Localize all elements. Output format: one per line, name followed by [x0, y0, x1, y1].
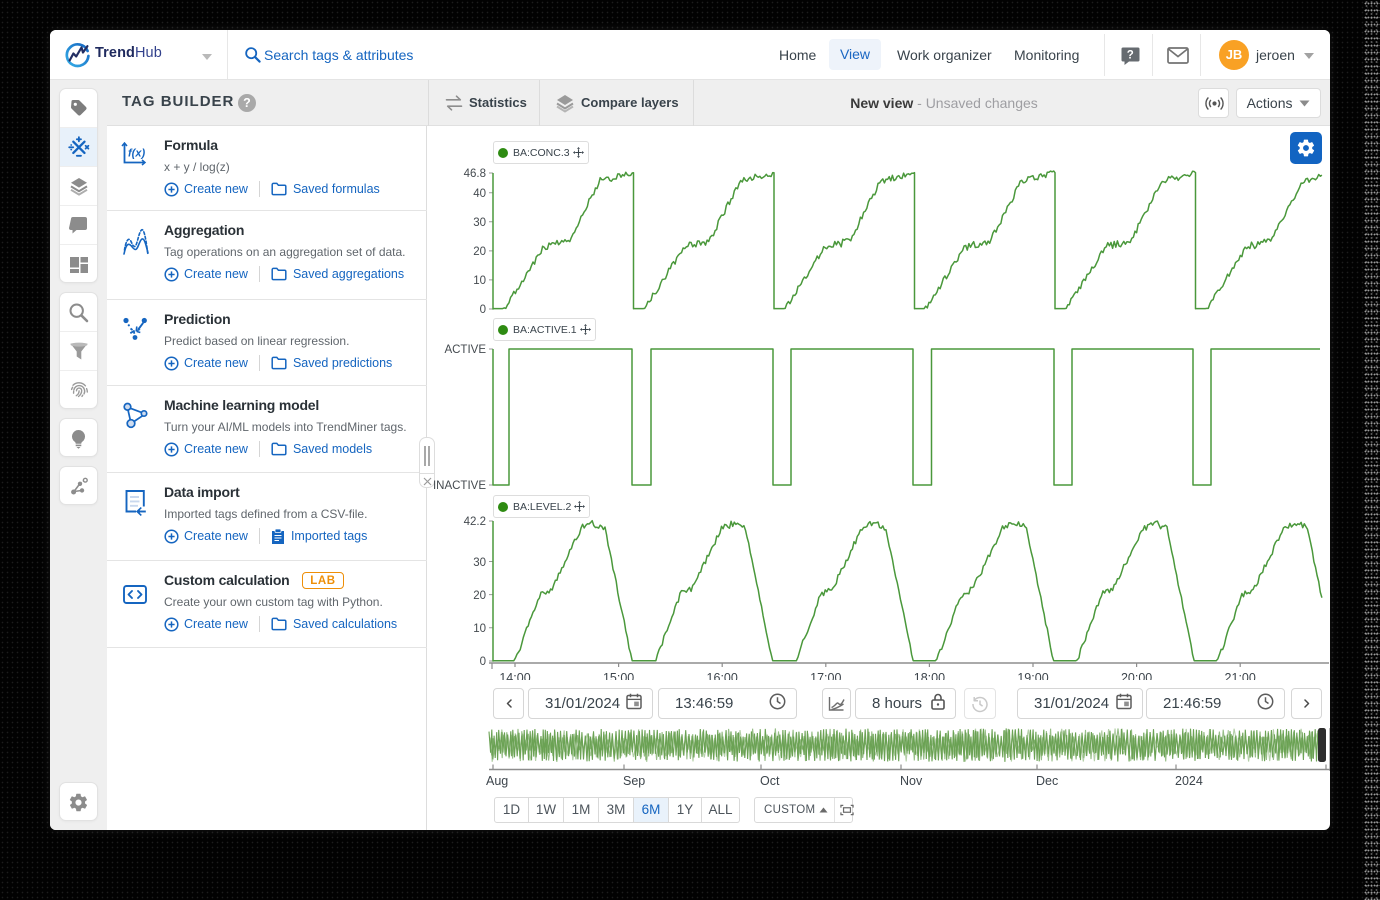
svg-text:ACTIVE: ACTIVE	[444, 344, 486, 356]
svg-text:Oct: Oct	[760, 774, 780, 788]
svg-text:f(x): f(x)	[128, 148, 145, 160]
svg-text:Aug: Aug	[486, 774, 508, 788]
svg-text:17:00: 17:00	[810, 671, 841, 680]
svg-text:Dec: Dec	[1036, 774, 1058, 788]
svg-text:30: 30	[473, 217, 486, 229]
svg-text:0: 0	[480, 304, 486, 316]
svg-text:42.2: 42.2	[464, 516, 486, 528]
svg-text:2024: 2024	[1175, 774, 1203, 788]
svg-text:40: 40	[473, 188, 486, 200]
svg-text:10: 10	[473, 275, 486, 287]
svg-text:16:00: 16:00	[707, 671, 738, 680]
svg-text:19:00: 19:00	[1017, 671, 1048, 680]
svg-text:15:00: 15:00	[603, 671, 634, 680]
svg-text:14:00: 14:00	[499, 671, 530, 680]
svg-text:Nov: Nov	[900, 774, 923, 788]
svg-text:INACTIVE: INACTIVE	[433, 480, 486, 492]
svg-text:18:00: 18:00	[914, 671, 945, 680]
svg-text:46.8: 46.8	[464, 168, 486, 180]
svg-text:20: 20	[473, 246, 486, 258]
svg-text:20:00: 20:00	[1121, 671, 1152, 680]
svg-text:Sep: Sep	[623, 774, 645, 788]
svg-text:20: 20	[473, 590, 486, 602]
svg-text:10: 10	[473, 623, 486, 635]
svg-text:0: 0	[480, 656, 486, 668]
svg-text:21:00: 21:00	[1225, 671, 1256, 680]
svg-text:?: ?	[1127, 50, 1134, 62]
svg-text:30: 30	[473, 557, 486, 569]
